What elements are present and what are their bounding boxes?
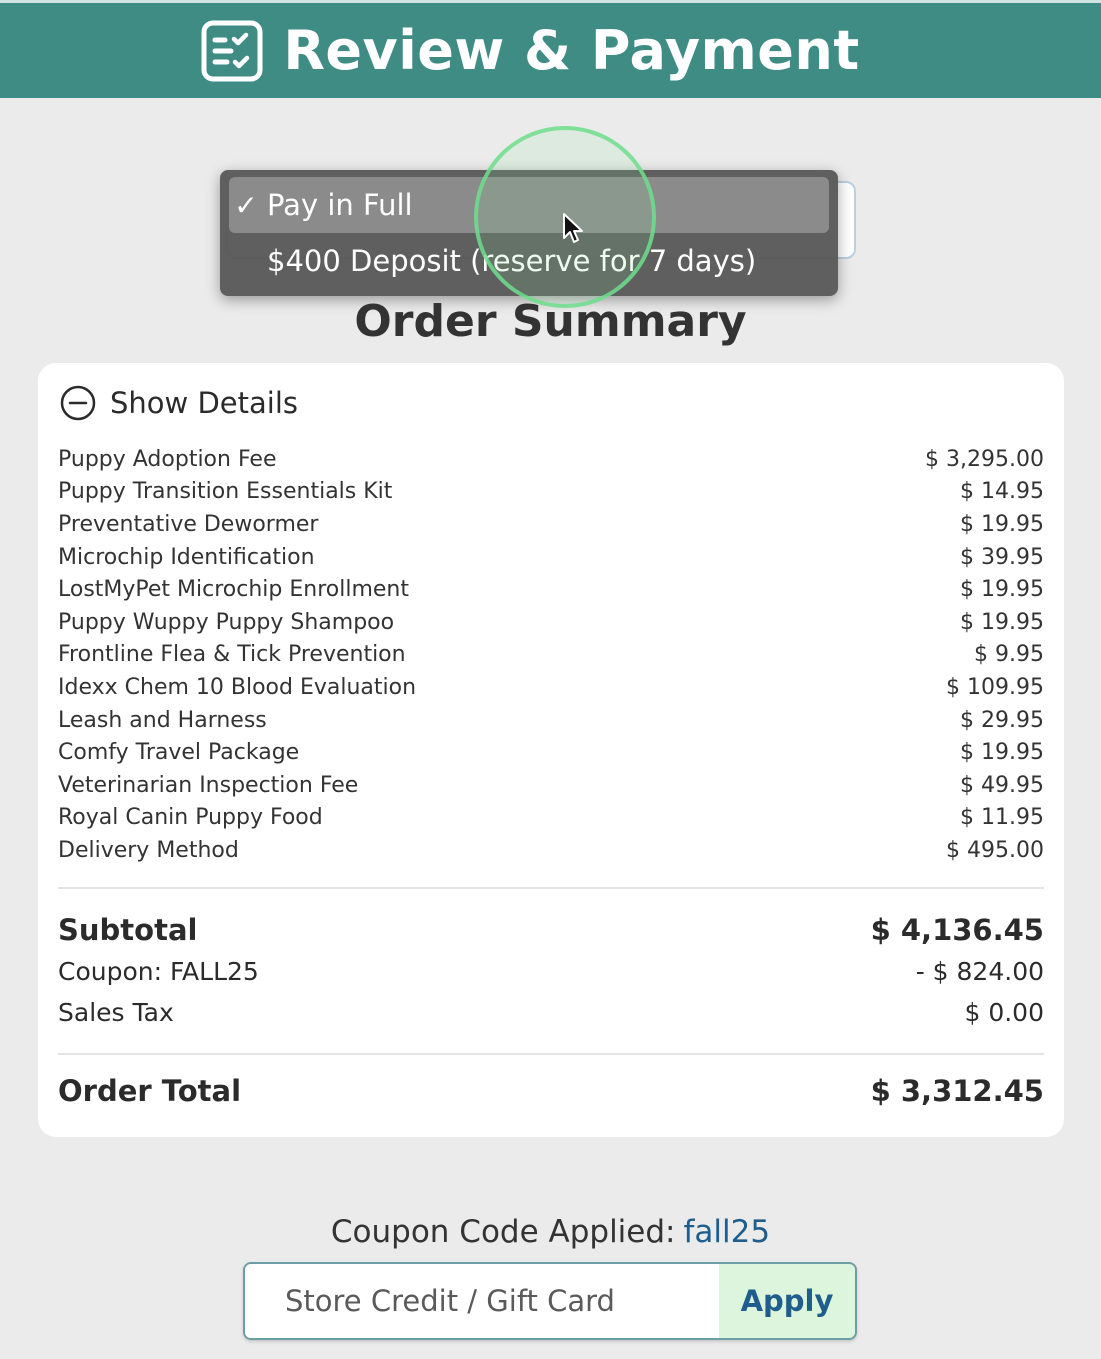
order-summary-card: Show Details Puppy Adoption Fee $ 3,295.… (38, 363, 1064, 1137)
line-item: Veterinarian Inspection Fee $ 49.95 (58, 769, 1044, 802)
item-name: Delivery Method (58, 837, 239, 863)
checklist-icon (201, 20, 263, 81)
apply-button[interactable]: Apply (719, 1264, 855, 1338)
coupon-code: fall25 (683, 1214, 771, 1250)
sales-tax-label: Sales Tax (58, 998, 174, 1027)
item-price: $ 14.95 (960, 479, 1044, 505)
line-item: Leash and Harness $ 29.95 (58, 704, 1044, 737)
item-name: Royal Canin Puppy Food (58, 805, 323, 831)
line-item: Puppy Transition Essentials Kit $ 14.95 (58, 476, 1044, 509)
item-price: $ 109.95 (946, 674, 1044, 700)
line-item: Microchip Identification $ 39.95 (58, 541, 1044, 574)
line-item: Royal Canin Puppy Food $ 11.95 (58, 802, 1044, 835)
item-name: Puppy Transition Essentials Kit (58, 479, 393, 505)
item-name: Idexx Chem 10 Blood Evaluation (58, 674, 417, 700)
page-header: Review & Payment (0, 0, 1101, 98)
checkmark-icon: ✓ (234, 188, 258, 222)
item-price: $ 39.95 (960, 544, 1044, 570)
item-price: $ 29.95 (960, 707, 1044, 733)
coupon-applied-label: Coupon Code Applied: (330, 1214, 676, 1250)
payment-option-dropdown: ✓ Pay in Full $400 Deposit (reserve for … (220, 170, 838, 296)
divider (58, 1053, 1044, 1055)
sales-tax-row: Sales Tax $ 0.00 (58, 992, 1044, 1033)
item-price: $ 19.95 (960, 740, 1044, 766)
coupon-row: Coupon: FALL25 - $ 824.00 (58, 951, 1044, 992)
page-title: Review & Payment (283, 19, 860, 82)
order-summary-title: Order Summary (354, 296, 747, 347)
line-item: Frontline Flea & Tick Prevention $ 9.95 (58, 639, 1044, 672)
order-total-label: Order Total (58, 1074, 242, 1108)
line-item: Idexx Chem 10 Blood Evaluation $ 109.95 (58, 671, 1044, 704)
collapse-minus-icon (60, 385, 96, 421)
divider (58, 887, 1044, 889)
item-price: $ 19.95 (960, 511, 1044, 537)
line-item: LostMyPet Microchip Enrollment $ 19.95 (58, 573, 1044, 606)
show-details-label: Show Details (110, 386, 299, 420)
item-name: Comfy Travel Package (58, 740, 300, 766)
item-price: $ 19.95 (960, 577, 1044, 603)
line-item: Delivery Method $ 495.00 (58, 834, 1044, 867)
coupon-discount-value: - $ 824.00 (915, 957, 1044, 986)
line-item: Puppy Adoption Fee $ 3,295.00 (58, 443, 1044, 476)
item-price: $ 19.95 (960, 609, 1044, 635)
subtotal-value: $ 4,136.45 (870, 913, 1044, 947)
item-price: $ 49.95 (960, 772, 1044, 798)
line-item: Preventative Dewormer $ 19.95 (58, 508, 1044, 541)
totals-section: Subtotal $ 4,136.45 Coupon: FALL25 - $ 8… (58, 909, 1044, 1033)
subtotal-row: Subtotal $ 4,136.45 (58, 909, 1044, 951)
coupon-label: Coupon: FALL25 (58, 957, 259, 986)
line-items-list: Puppy Adoption Fee $ 3,295.00 Puppy Tran… (58, 443, 1044, 867)
mouse-cursor-icon (563, 213, 583, 243)
item-name: Microchip Identification (58, 544, 315, 570)
store-credit-form: Apply (243, 1262, 857, 1340)
option-pay-in-full[interactable]: ✓ Pay in Full (229, 177, 829, 233)
order-total-value: $ 3,312.45 (870, 1074, 1044, 1108)
line-item: Puppy Wuppy Puppy Shampoo $ 19.95 (58, 606, 1044, 639)
coupon-applied-line: Coupon Code Applied: fall25 (0, 1214, 1101, 1250)
item-price: $ 3,295.00 (925, 446, 1044, 472)
order-total-row: Order Total $ 3,312.45 (58, 1074, 1044, 1108)
item-name: Veterinarian Inspection Fee (58, 772, 359, 798)
item-name: Preventative Dewormer (58, 511, 319, 537)
item-name: Puppy Wuppy Puppy Shampoo (58, 609, 395, 635)
item-name: LostMyPet Microchip Enrollment (58, 577, 410, 603)
item-price: $ 495.00 (946, 837, 1044, 863)
option-label: Pay in Full (267, 188, 413, 222)
option-deposit[interactable]: $400 Deposit (reserve for 7 days) (229, 233, 829, 289)
item-price: $ 11.95 (960, 805, 1044, 831)
show-details-toggle[interactable]: Show Details (60, 385, 298, 421)
item-name: Frontline Flea & Tick Prevention (58, 642, 406, 668)
subtotal-label: Subtotal (58, 913, 198, 947)
item-name: Puppy Adoption Fee (58, 446, 277, 472)
item-price: $ 9.95 (974, 642, 1044, 668)
item-name: Leash and Harness (58, 707, 267, 733)
store-credit-input[interactable] (245, 1264, 719, 1338)
sales-tax-value: $ 0.00 (964, 998, 1044, 1027)
line-item: Comfy Travel Package $ 19.95 (58, 736, 1044, 769)
option-label: $400 Deposit (reserve for 7 days) (267, 244, 757, 278)
